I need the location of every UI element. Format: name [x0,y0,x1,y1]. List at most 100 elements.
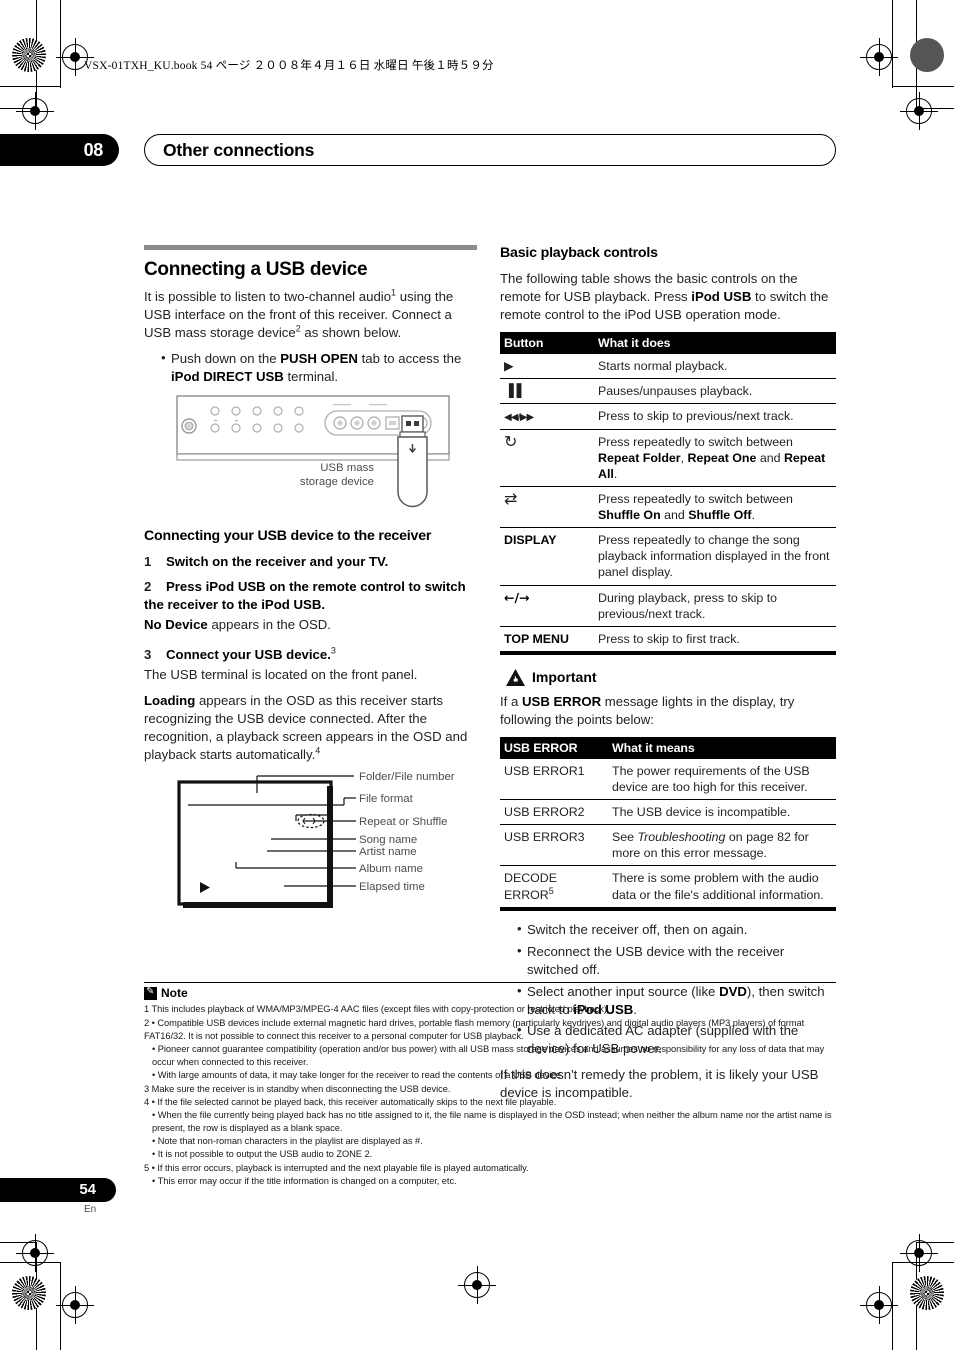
top-menu-button-label: TOP MENU [504,631,569,646]
error-meaning-3: See Troubleshooting on page 82 for more … [608,824,836,867]
usb-error-table-body: USB ERROR1 The power requirements of the… [500,758,836,907]
step-3-text: Connect your USB device. [166,647,331,663]
step-3-note: The USB terminal is located on the front… [144,667,418,683]
footnote-ref-3: 3 [330,645,336,656]
error-meaning-2: The USB device is incompatible. [608,799,836,826]
osd-label-artist-name: Artist name [359,845,417,858]
section-rule [144,245,477,250]
important-intro: If a USB ERROR message lights in the dis… [500,693,836,729]
table-row: ↻ Press repeatedly to switch between Rep… [500,429,836,487]
row-desc-shuffle: Press repeatedly to switch between Shuff… [594,486,836,529]
play-icon: ▶ [500,354,594,380]
important-label: Important [532,669,597,686]
step-2: 2 Press iPod USB on the remote control to… [144,578,477,614]
footnote-line: 1 This includes playback of WMA/MP3/MPEG… [144,1004,610,1015]
footnote-line: 3 Make sure the receiver is in standby w… [144,1083,451,1094]
osd-label-file-format: File format [359,792,413,805]
controls-table-body: ▶ Starts normal playback. ▐▐ Pauses/unpa… [500,354,836,651]
push-open-bullet-list: Push down on the PUSH OPEN tab to access… [144,349,477,386]
troubleshooting-ref: Troubleshooting [637,830,726,845]
subsection-title-connecting-device: Connecting your USB device to the receiv… [144,528,432,545]
footnote-line: • When the file currently being played b… [152,1109,832,1134]
manual-page: VSX-01TXH_KU.book 54 ページ ２００８年４月１６日 水曜日 … [0,0,954,1350]
table-row: DECODE ERROR5 There is some problem with… [500,866,836,907]
figure-caption-usb-mass-storage: USB mass storage device [264,462,374,490]
controls-table-bottom-rule [500,650,836,655]
footnote-line: • With large amounts of data, it may tak… [152,1070,564,1081]
footnote-ref-4: 4 [315,745,321,756]
warning-triangle-icon [506,668,525,686]
usb-error-label: USB ERROR [522,693,602,709]
shuffle-icon: ⇄ [500,486,594,529]
usb-intro-text-a: It is possible to listen to two-channel … [144,289,392,305]
row-desc-arrows: During playback, press to skip to previo… [594,585,836,627]
table-row: USB ERROR3 See Troubleshooting on page 8… [500,824,836,867]
figure-receiver-front-panel: USB mass storage device [144,394,477,512]
step-1-number: 1 [144,554,152,570]
footnotes-block: Note 1 This includes playback of WMA/MP3… [144,982,836,1188]
list-item: Push down on the PUSH OPEN tab to access… [161,349,477,386]
row-desc-repeat: Press repeatedly to switch between Repea… [594,429,836,487]
footnote-ref-5: 5 [548,885,554,896]
usb-error-table: USB ERROR What it means USB ERROR1 The p… [500,736,836,907]
footnote-line: • Note that non-roman characters in the … [152,1136,423,1147]
step-1: 1 Switch on the receiver and your TV. [144,553,477,571]
table-row: ←/→ During playback, press to skip to pr… [500,585,836,627]
usb-intro-text-c: as shown below. [300,325,402,341]
footnote-line: • It is not possible to output the USB a… [152,1149,373,1160]
list-item: Reconnect the USB device with the receiv… [517,942,836,979]
important-text-a: If a [500,693,522,709]
step-3: 3 Connect your USB device.3 [144,646,477,664]
receiver-panel-illustration [176,395,450,508]
page-title: Other connections [163,140,315,160]
osd-label-elapsed-time: Elapsed time [359,880,425,893]
loading-paragraph: Loading appears in the OSD as this recei… [144,692,477,764]
caption-line-2: storage device [299,475,374,488]
right-column: Basic playback controls The following ta… [500,245,836,1110]
ipod-usb-label: iPod USB [691,289,752,305]
footnote-line: 4 • If the file selected cannot be playe… [144,1096,557,1107]
table-header-row: Button What it does [500,332,836,355]
error-meaning-decode: There is some problem with the audio dat… [612,871,824,902]
skip-prev-next-icon: ◀◀/▶▶ [500,403,594,430]
osd-illustration [177,775,356,908]
table-row: ⇄ Press repeatedly to switch between Shu… [500,486,836,529]
step-3-number: 3 [144,647,152,663]
row-desc-play: Starts normal playback. [594,354,836,380]
row-desc-top-menu: Press to skip to first track. [598,631,740,646]
figure-osd-playback-screen: Folder/File number File format Repeat or… [144,771,477,932]
step-2-number: 2 [144,579,152,595]
column-header-usb-error: USB ERROR [500,736,608,759]
usb-intro-paragraph: It is possible to listen to two-channel … [144,288,477,342]
table-row: USB ERROR2 The USB device is incompatibl… [500,799,836,826]
column-header-button: Button [500,332,594,355]
osd-label-album-name: Album name [359,862,423,875]
important-heading: Important [506,668,836,686]
language-code: En [84,1204,97,1215]
note-icon [144,986,157,1000]
usb-error-table-bottom-rule [500,906,836,911]
bullet-text-a: Push down on the [171,351,281,367]
step-2-note: No Device appears in the OSD. [144,616,477,634]
page-number: 54 [79,1181,96,1198]
chapter-number-badge: 08 [0,134,119,166]
section-title-connecting-usb: Connecting a USB device [144,259,368,280]
ipod-direct-usb-label: iPod DIRECT USB [171,369,284,385]
no-device-label: No Device [144,617,208,633]
display-button-label: DISPLAY [500,527,594,586]
push-open-label: PUSH OPEN [280,351,358,367]
osd-label-repeat-or-shuffle: Repeat or Shuffle [359,815,448,828]
caption-line-1: USB mass [320,462,374,475]
loading-label: Loading [144,693,196,709]
osd-label-song-name: Song name [359,833,418,846]
pause-icon: ▐▐ [500,378,594,405]
section-title-basic-playback: Basic playback controls [500,245,658,261]
error-code-3: USB ERROR3 [500,824,608,867]
footnote-line: 2 • Compatible USB devices include exter… [144,1017,805,1041]
column-header-what-it-does: What it does [594,332,836,355]
chapter-title-pill: Other connections [144,134,836,166]
list-item: Switch the receiver off, then on again. [517,920,836,939]
error-code-2: USB ERROR2 [500,799,608,826]
bullet-text-b: tab to access the [357,351,462,367]
print-file-stamp: VSX-01TXH_KU.book 54 ページ ２００８年４月１６日 水曜日 … [84,60,494,72]
